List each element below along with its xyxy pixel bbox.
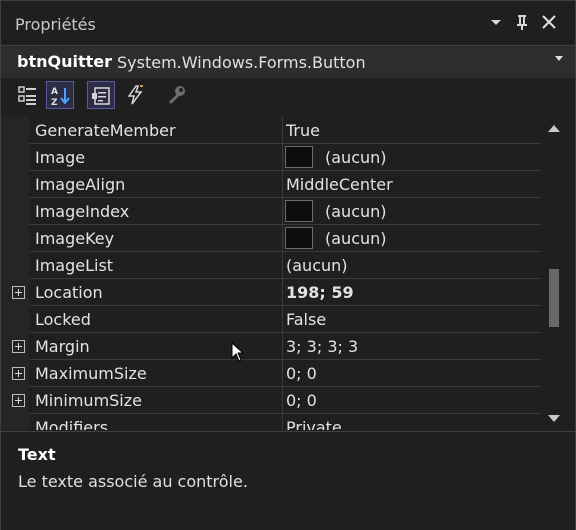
property-value[interactable]: 198; 59 <box>286 283 354 302</box>
property-name: Locked <box>35 310 91 329</box>
image-preview-swatch <box>285 146 313 168</box>
property-row[interactable]: Location 198; 59 <box>1 279 541 306</box>
object-type: System.Windows.Forms.Button <box>117 53 366 72</box>
expand-plus-icon[interactable] <box>12 286 25 299</box>
image-preview-swatch <box>285 227 313 249</box>
property-value[interactable]: (aucun) <box>325 202 387 221</box>
property-grid: GenerateMember True Image (aucun) ImageAlign… <box>1 117 541 430</box>
events-button[interactable] <box>121 81 149 109</box>
property-row[interactable]: GenerateMember True <box>1 117 541 144</box>
property-row[interactable]: MinimumSize 0; 0 <box>1 387 541 414</box>
property-row[interactable]: Image (aucun) <box>1 144 541 171</box>
chevron-down-icon <box>555 56 563 61</box>
property-row[interactable]: Modifiers Private <box>1 414 541 430</box>
property-value[interactable]: (aucun) <box>325 148 387 167</box>
expand-plus-icon[interactable] <box>12 394 25 407</box>
property-name: GenerateMember <box>35 121 176 140</box>
property-row[interactable]: MaximumSize 0; 0 <box>1 360 541 387</box>
expand-plus-icon[interactable] <box>12 367 25 380</box>
panel-title: Propriétés <box>15 15 96 34</box>
title-bar: Propriétés <box>1 1 575 45</box>
property-pages-button[interactable] <box>163 81 191 109</box>
property-row[interactable]: Margin 3; 3; 3; 3 <box>1 333 541 360</box>
vertical-scrollbar[interactable] <box>541 117 567 430</box>
property-name: ImageIndex <box>35 202 130 221</box>
description-panel: Text Le texte associé au contrôle. <box>1 431 575 530</box>
scroll-thumb[interactable] <box>549 269 559 327</box>
property-value[interactable]: (aucun) <box>325 229 387 248</box>
properties-window: Propriétés btnQuitter System.Windows.For… <box>0 0 576 530</box>
property-value[interactable]: 0; 0 <box>286 364 317 383</box>
object-selector-dropdown[interactable]: btnQuitter System.Windows.Forms.Button <box>1 45 575 79</box>
properties-view-button[interactable] <box>87 81 115 109</box>
property-name: ImageKey <box>35 229 115 248</box>
alphabetical-button[interactable]: A Z <box>46 81 74 109</box>
scroll-down-icon[interactable] <box>548 415 560 422</box>
mouse-cursor-icon <box>231 342 245 362</box>
pin-icon[interactable] <box>511 11 533 33</box>
property-name: Margin <box>35 337 90 356</box>
object-name: btnQuitter <box>17 52 113 71</box>
close-icon[interactable] <box>538 11 560 33</box>
property-value[interactable]: (aucun) <box>286 256 348 275</box>
property-name: Modifiers <box>35 418 109 430</box>
image-preview-swatch <box>285 200 313 222</box>
property-name: MaximumSize <box>35 364 147 383</box>
property-pages-wrench-icon <box>169 86 185 104</box>
property-value[interactable]: 3; 3; 3; 3 <box>286 337 358 356</box>
property-name: MinimumSize <box>35 391 142 410</box>
alphabetical-sort-icon: A Z <box>51 87 70 107</box>
window-position-dropdown-icon[interactable] <box>485 11 507 33</box>
svg-text:A: A <box>51 87 58 97</box>
events-lightning-icon <box>127 85 143 105</box>
svg-text:Z: Z <box>51 98 58 107</box>
property-value[interactable]: MiddleCenter <box>286 175 393 194</box>
property-value[interactable]: False <box>286 310 326 329</box>
categorized-button[interactable] <box>14 81 42 109</box>
property-value[interactable]: 0; 0 <box>286 391 317 410</box>
description-title: Text <box>18 445 56 464</box>
properties-toolbar: A Z <box>1 78 575 114</box>
property-value[interactable]: Private <box>286 418 342 430</box>
property-row[interactable]: ImageIndex (aucun) <box>1 198 541 225</box>
property-name: Image <box>35 148 86 167</box>
description-text: Le texte associé au contrôle. <box>18 472 248 491</box>
categorized-icon <box>18 86 36 105</box>
property-name: ImageList <box>35 256 114 275</box>
scroll-up-icon[interactable] <box>548 125 560 132</box>
property-row[interactable]: Locked False <box>1 306 541 333</box>
property-name: ImageAlign <box>35 175 126 194</box>
property-row[interactable]: ImageAlign MiddleCenter <box>1 171 541 198</box>
property-row[interactable]: ImageList (aucun) <box>1 252 541 279</box>
property-value[interactable]: True <box>286 121 320 140</box>
property-name: Location <box>35 283 103 302</box>
expand-plus-icon[interactable] <box>12 340 25 353</box>
property-row[interactable]: ImageKey (aucun) <box>1 225 541 252</box>
properties-icon <box>92 87 110 105</box>
